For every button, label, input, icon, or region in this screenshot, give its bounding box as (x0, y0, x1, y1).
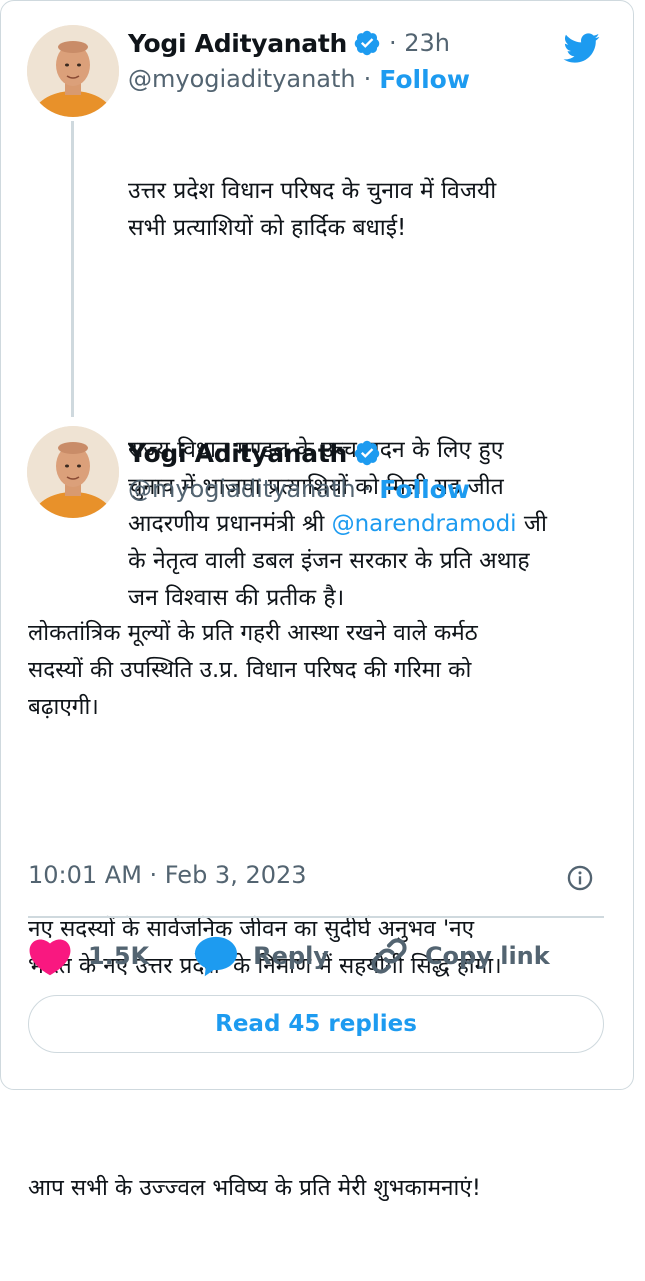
reply-button[interactable]: Reply (193, 935, 329, 977)
separator-dot: · (363, 65, 372, 93)
tweet-header: Yogi Adityanath @myogiadityanath · Follo… (128, 435, 470, 507)
copy-link-button[interactable]: Copy link (367, 934, 550, 978)
divider (28, 916, 604, 918)
info-icon[interactable] (566, 864, 594, 892)
action-bar: 1.5K Reply Copy link (28, 931, 550, 981)
embedded-tweet-card: Yogi Adityanath · 23h @myogiadityanath ·… (0, 0, 634, 1201)
link-icon (371, 938, 407, 974)
author-handle[interactable]: @myogiadityanath (128, 65, 356, 93)
copy-link-label: Copy link (424, 942, 550, 970)
read-replies-button[interactable]: Read 45 replies (28, 995, 604, 1053)
avatar[interactable] (27, 426, 119, 518)
tweet-timestamp[interactable]: 10:01 AM · Feb 3, 2023 (28, 861, 307, 889)
tweet-paragraph: उत्तर प्रदेश विधान परिषद के चुनाव में वि… (128, 178, 497, 241)
verified-badge-icon (354, 30, 380, 56)
like-button[interactable]: 1.5K (28, 936, 149, 976)
separator-dot: · (363, 475, 372, 503)
twitter-bird-icon[interactable] (559, 29, 603, 67)
tweet-relative-time[interactable]: · 23h (389, 29, 450, 57)
timestamp-text[interactable]: 10:01 AM · Feb 3, 2023 (28, 861, 307, 889)
tweet-body: लोकतांत्रिक मूल्यों के प्रति गहरी आस्था … (28, 541, 502, 1281)
avatar[interactable] (27, 25, 119, 117)
reply-label: Reply (253, 942, 329, 970)
mention-link[interactable]: @narendramodi (332, 511, 517, 537)
tweet-paragraph: आप सभी के उज्ज्वल भविष्य के प्रति मेरी श… (28, 1175, 481, 1201)
author-handle[interactable]: @myogiadityanath (128, 475, 356, 503)
follow-link[interactable]: Follow (379, 475, 470, 504)
follow-link[interactable]: Follow (379, 65, 470, 94)
thread-connector-line (71, 121, 74, 417)
author-name[interactable]: Yogi Adityanath (128, 29, 347, 58)
tweet-header: Yogi Adityanath · 23h @myogiadityanath ·… (128, 25, 470, 97)
heart-icon (29, 939, 71, 976)
speech-bubble-icon (195, 936, 238, 977)
like-count: 1.5K (88, 942, 150, 970)
verified-badge-icon (354, 440, 380, 466)
tweet-paragraph: लोकतांत्रिक मूल्यों के प्रति गहरी आस्था … (28, 620, 478, 720)
read-replies-label: Read 45 replies (215, 1011, 417, 1037)
author-name[interactable]: Yogi Adityanath (128, 439, 347, 468)
